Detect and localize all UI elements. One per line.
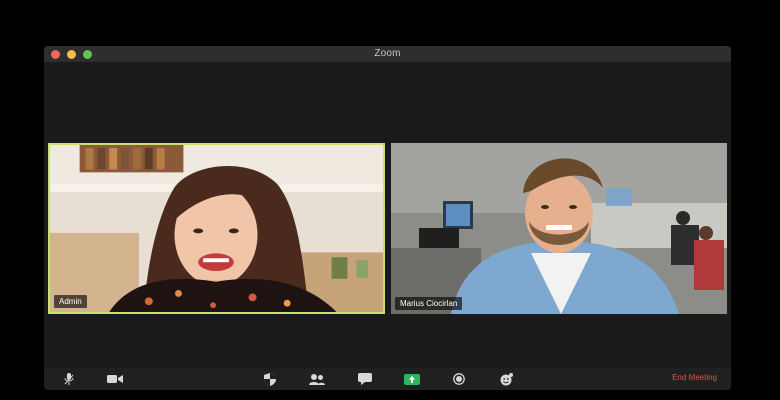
participant-tile-admin[interactable]: Admin	[48, 143, 385, 314]
participant-name-label: Admin	[54, 295, 87, 308]
participants-icon[interactable]	[308, 372, 326, 386]
participant-tile-marius[interactable]: Marius Ciocirlan	[391, 143, 727, 314]
participant-name-label: Marius Ciocirlan	[395, 297, 463, 310]
share-screen-icon[interactable]	[403, 372, 421, 386]
microphone-icon[interactable]	[62, 372, 76, 386]
zoom-window: Zoom Admin Marius Ciocirlan End Meeting	[44, 46, 731, 390]
reactions-icon[interactable]	[499, 372, 513, 386]
video-stage: Admin Marius Ciocirlan	[44, 62, 731, 368]
window-title: Zoom	[374, 48, 401, 59]
end-meeting-button[interactable]: End Meeting	[672, 373, 717, 382]
video-camera-icon[interactable]	[106, 372, 124, 386]
participant-video-admin	[50, 145, 383, 312]
title-bar: Zoom	[44, 46, 731, 62]
meeting-toolbar: End Meeting	[44, 368, 731, 390]
participant-video-marius	[391, 143, 727, 314]
shield-icon[interactable]	[262, 372, 278, 386]
chat-icon[interactable]	[357, 372, 373, 386]
record-icon[interactable]	[452, 372, 466, 386]
